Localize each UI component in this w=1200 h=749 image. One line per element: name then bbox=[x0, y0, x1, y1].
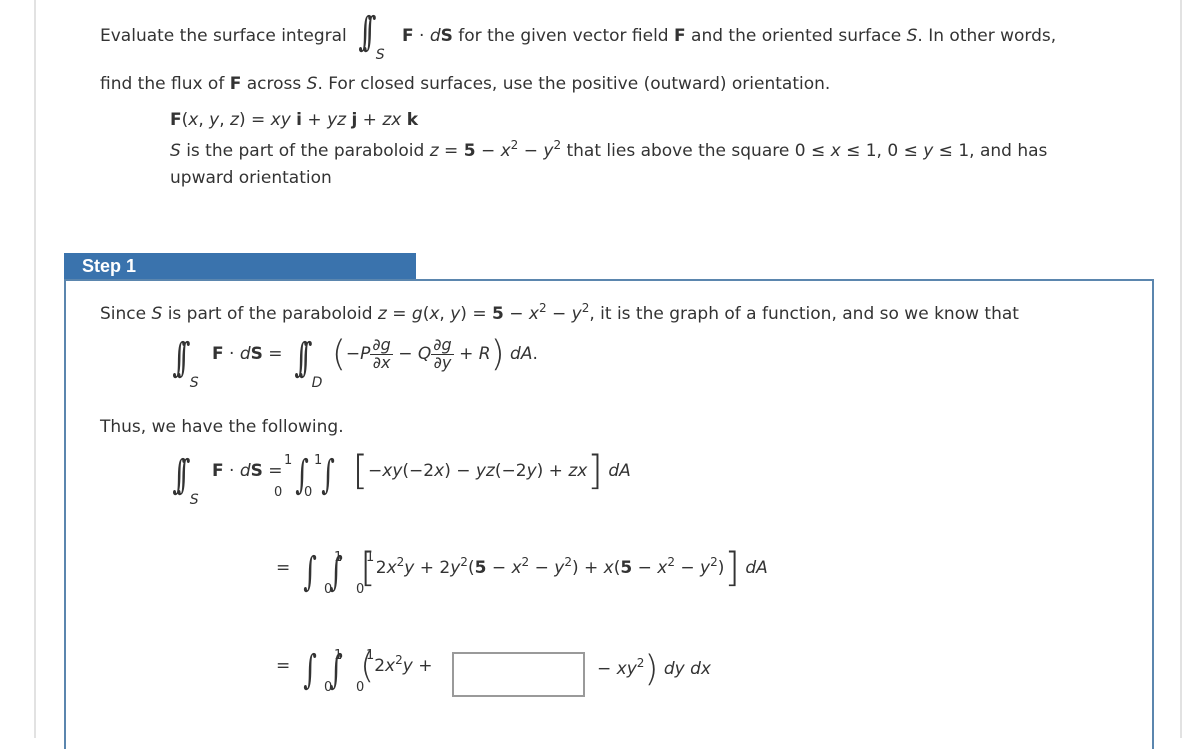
problem-line2: find the flux of F across S. For closed … bbox=[100, 74, 831, 94]
surface-description: S is the part of the paraboloid z = 5 − … bbox=[170, 138, 1048, 161]
answer-input[interactable] bbox=[452, 652, 585, 697]
page-right-border bbox=[1180, 0, 1182, 738]
surface-description-2: upward orientation bbox=[170, 168, 332, 188]
equation-line-1: ∫∫S F · dS = ∫ 1 0 ∫ 1 0 [−xy(−2x) − yz(−2y)… bbox=[172, 448, 631, 508]
surface-integral-sign: ∫∫ S bbox=[358, 9, 385, 63]
thus-text: Thus, we have the following. bbox=[100, 417, 344, 437]
page-left-border bbox=[34, 0, 36, 738]
intro-before: Evaluate the surface integral bbox=[100, 26, 347, 46]
equation-line-2: = ∫ 1 0 ∫ 1 0 [2x2y + 2y2(5 − x2 − y2) + x(5… bbox=[276, 545, 768, 597]
flux-formula: ∫∫S F · dS = ∫∫D (−P ∂g ∂x − Q ∂g ∂y + R) dA… bbox=[172, 333, 538, 392]
problem-intro-rest: F · dS for the given vector field F and … bbox=[402, 26, 1057, 46]
step-header: Step 1 bbox=[64, 253, 416, 279]
equation-line-3-end: − xy2) dy dx bbox=[597, 648, 711, 689]
problem-intro: Evaluate the surface integral bbox=[100, 26, 347, 46]
vector-field: F(x, y, z) = xy i + yz j + zx k bbox=[170, 110, 419, 130]
step-sentence: Since S is part of the paraboloid z = g(… bbox=[100, 301, 1019, 324]
equation-line-3: = ∫ 1 0 ∫ 1 0 (2x2y + bbox=[276, 645, 433, 696]
